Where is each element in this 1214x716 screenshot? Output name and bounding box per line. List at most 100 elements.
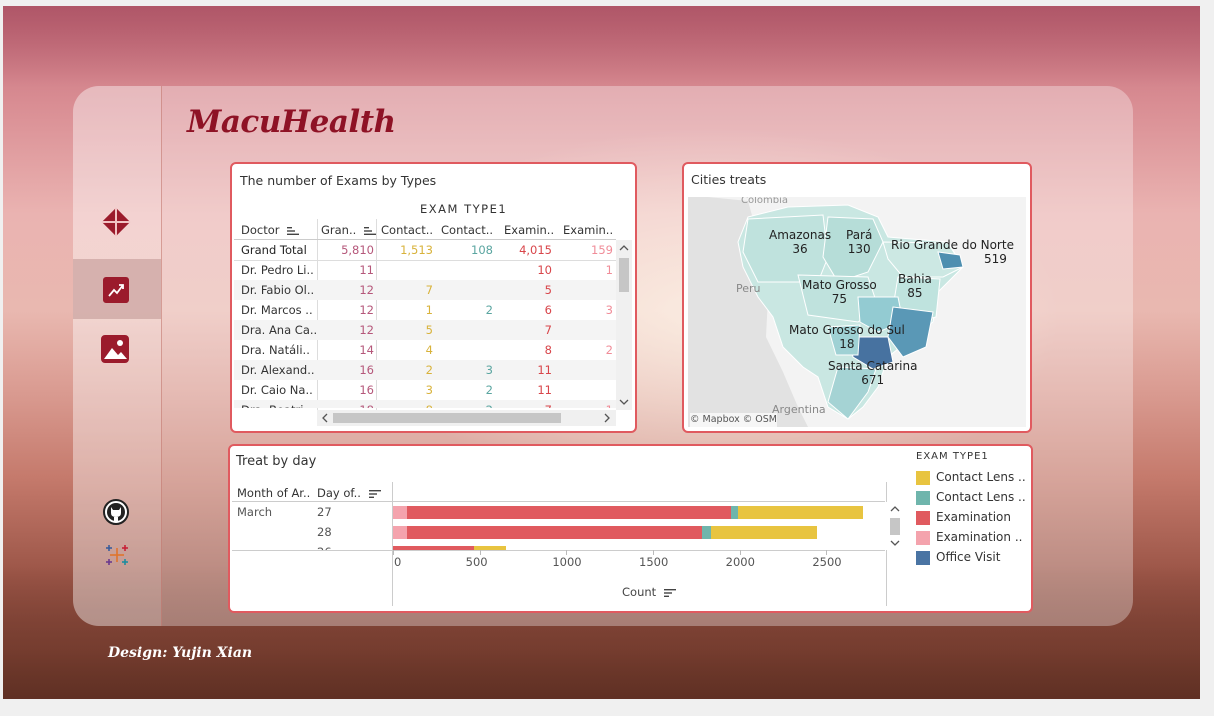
legend-item[interactable]: Contact Lens ..	[916, 470, 1026, 485]
col-doctor[interactable]: Doctor	[241, 223, 300, 237]
cell: 16	[359, 383, 374, 397]
table-vertical-scrollbar[interactable]	[616, 240, 632, 410]
doctor-name: Dr. Fabio Ol..	[241, 283, 315, 297]
cell: 5	[544, 283, 552, 297]
bar-segment[interactable]	[406, 526, 702, 539]
table-row[interactable]: Dr. Pedro Li.. 11 10 1	[234, 260, 616, 280]
cell: 8	[385, 403, 433, 408]
row-header-day[interactable]: Day of..	[317, 486, 381, 500]
cell: 5	[425, 323, 433, 337]
map-region-bahia[interactable]: Bahia 85	[898, 272, 932, 300]
legend-label: Examination ..	[936, 530, 1023, 544]
doctor-name: Dra. Natáli..	[241, 343, 310, 357]
col-examination-2[interactable]: Examin..	[563, 223, 613, 237]
design-credit: Design: Yujin Xian	[108, 645, 253, 661]
exams-table-card: The number of Exams by Types EXAM TYPE1 …	[230, 162, 637, 433]
cell: 7	[504, 403, 552, 408]
cell: 12	[359, 323, 374, 337]
bar-rows[interactable]: 272826	[230, 502, 885, 550]
table-row[interactable]: Dr. Marcos .. 12 1 2 6 3	[234, 300, 616, 320]
exam-type-group-header: EXAM TYPE1	[420, 202, 508, 216]
exams-table-title: The number of Exams by Types	[240, 173, 437, 188]
table-row[interactable]: Dr. Fabio Ol.. 12 7 5	[234, 280, 616, 300]
col-contact-lens-1[interactable]: Contact..	[381, 223, 433, 237]
map-region-para[interactable]: Pará 130	[846, 228, 872, 256]
table-body[interactable]: Dr. Pedro Li.. 11 10 1 Dr. Fabio Ol.. 12 7 5 Dr.…	[232, 260, 616, 408]
table-row[interactable]: Dra. Natáli.. 14 4 8 2	[234, 340, 616, 360]
cell: 4,015	[519, 243, 552, 257]
bar-segment[interactable]	[393, 526, 407, 539]
app-title: MacuHealth	[187, 104, 396, 140]
legend-item[interactable]: Office Visit	[916, 550, 1000, 565]
bar-segment[interactable]	[731, 506, 738, 519]
legend-item[interactable]: Examination ..	[916, 530, 1022, 545]
cell: 12	[359, 283, 374, 297]
bar-segment[interactable]	[393, 506, 407, 519]
map-region-mato-grosso-do-sul[interactable]: Mato Grosso do Sul 18	[789, 323, 905, 351]
cell: 18	[326, 403, 374, 408]
cell: 2	[605, 343, 613, 357]
bar-segment[interactable]	[711, 526, 817, 539]
tableau-icon[interactable]	[104, 542, 130, 572]
map-title: Cities treats	[691, 172, 767, 187]
cell: 1	[565, 403, 613, 408]
legend-swatch	[916, 530, 930, 545]
cell: 159	[591, 243, 613, 257]
cell: 14	[359, 343, 374, 357]
doctor-name: Dr. Pedro Li..	[241, 263, 314, 277]
legend-swatch	[916, 470, 930, 485]
sort-icon[interactable]	[368, 489, 381, 499]
cell: 108	[471, 243, 493, 257]
col-grand-total[interactable]: Gran..	[321, 223, 376, 237]
x-tick-label: 1000	[552, 555, 582, 569]
sort-icon[interactable]	[287, 226, 300, 236]
cell: 8	[544, 343, 552, 357]
image-icon[interactable]	[100, 334, 130, 368]
table-row[interactable]: Dr. Alexand.. 16 2 3 11	[234, 360, 616, 380]
map-label-argentina: Argentina	[772, 403, 826, 416]
bar-segment[interactable]	[701, 526, 712, 539]
cell: 10	[537, 263, 552, 277]
map-label-colombia: Colombia	[741, 197, 788, 206]
doctor-name: Dr. Caio Na..	[241, 383, 313, 397]
map-region-rio-grande-do-norte[interactable]: Rio Grande do Norte 519	[891, 238, 1014, 266]
table-horizontal-scrollbar[interactable]	[317, 410, 616, 426]
col-contact-lens-2[interactable]: Contact..	[441, 223, 493, 237]
bar-segment[interactable]	[737, 506, 863, 519]
cell: 6	[544, 303, 552, 317]
map-region-amazonas[interactable]: Amazonas 36	[769, 228, 831, 256]
legend-swatch	[916, 510, 930, 525]
cell: 3	[605, 303, 613, 317]
bar-segment[interactable]	[406, 506, 731, 519]
grand-total-row: Grand Total 5,810 1,513 108 4,015 159	[234, 240, 616, 260]
github-icon[interactable]	[103, 499, 129, 529]
cell: 4	[425, 343, 433, 357]
sort-icon[interactable]	[363, 226, 376, 236]
cell: 16	[359, 363, 374, 377]
doctor-name: Dra. Ana Ca..	[241, 323, 318, 337]
cell: 5,810	[341, 243, 374, 257]
cell: 2	[485, 303, 493, 317]
map-region-mato-grosso[interactable]: Mato Grosso 75	[802, 278, 877, 306]
table-row[interactable]: Dr. Caio Na.. 16 3 2 11	[234, 380, 616, 400]
legend-label: Examination	[936, 510, 1012, 524]
diamond-logo-icon[interactable]	[100, 206, 132, 242]
table-row[interactable]: Dra. Ana Ca.. 12 5 7	[234, 320, 616, 340]
table-row[interactable]: Dra. Beatri.. 18 8 2 7 1	[234, 400, 616, 408]
brazil-map[interactable]: Colombia Peru Argentina Amazonas 36 Pará 1…	[688, 197, 1026, 427]
map-region-santa-catarina[interactable]: Santa Catarina 671	[828, 359, 917, 387]
x-tick-label: 2500	[812, 555, 842, 569]
col-examination-1[interactable]: Examin..	[504, 223, 554, 237]
map-attribution[interactable]: © Mapbox © OSM	[690, 413, 777, 427]
cell: 7	[425, 283, 433, 297]
doctor-name: Dr. Alexand..	[241, 363, 315, 377]
sort-icon[interactable]	[663, 588, 676, 598]
chart-vertical-scrollbar[interactable]	[886, 502, 904, 550]
legend-swatch	[916, 550, 930, 565]
row-header-month[interactable]: Month of Ar..	[237, 486, 310, 500]
legend-item[interactable]: Examination	[916, 510, 1011, 525]
legend-label: Office Visit	[936, 550, 1001, 564]
trend-chart-icon[interactable]	[102, 276, 130, 308]
x-axis-label[interactable]: Count	[622, 585, 676, 599]
legend-item[interactable]: Contact Lens ..	[916, 490, 1026, 505]
